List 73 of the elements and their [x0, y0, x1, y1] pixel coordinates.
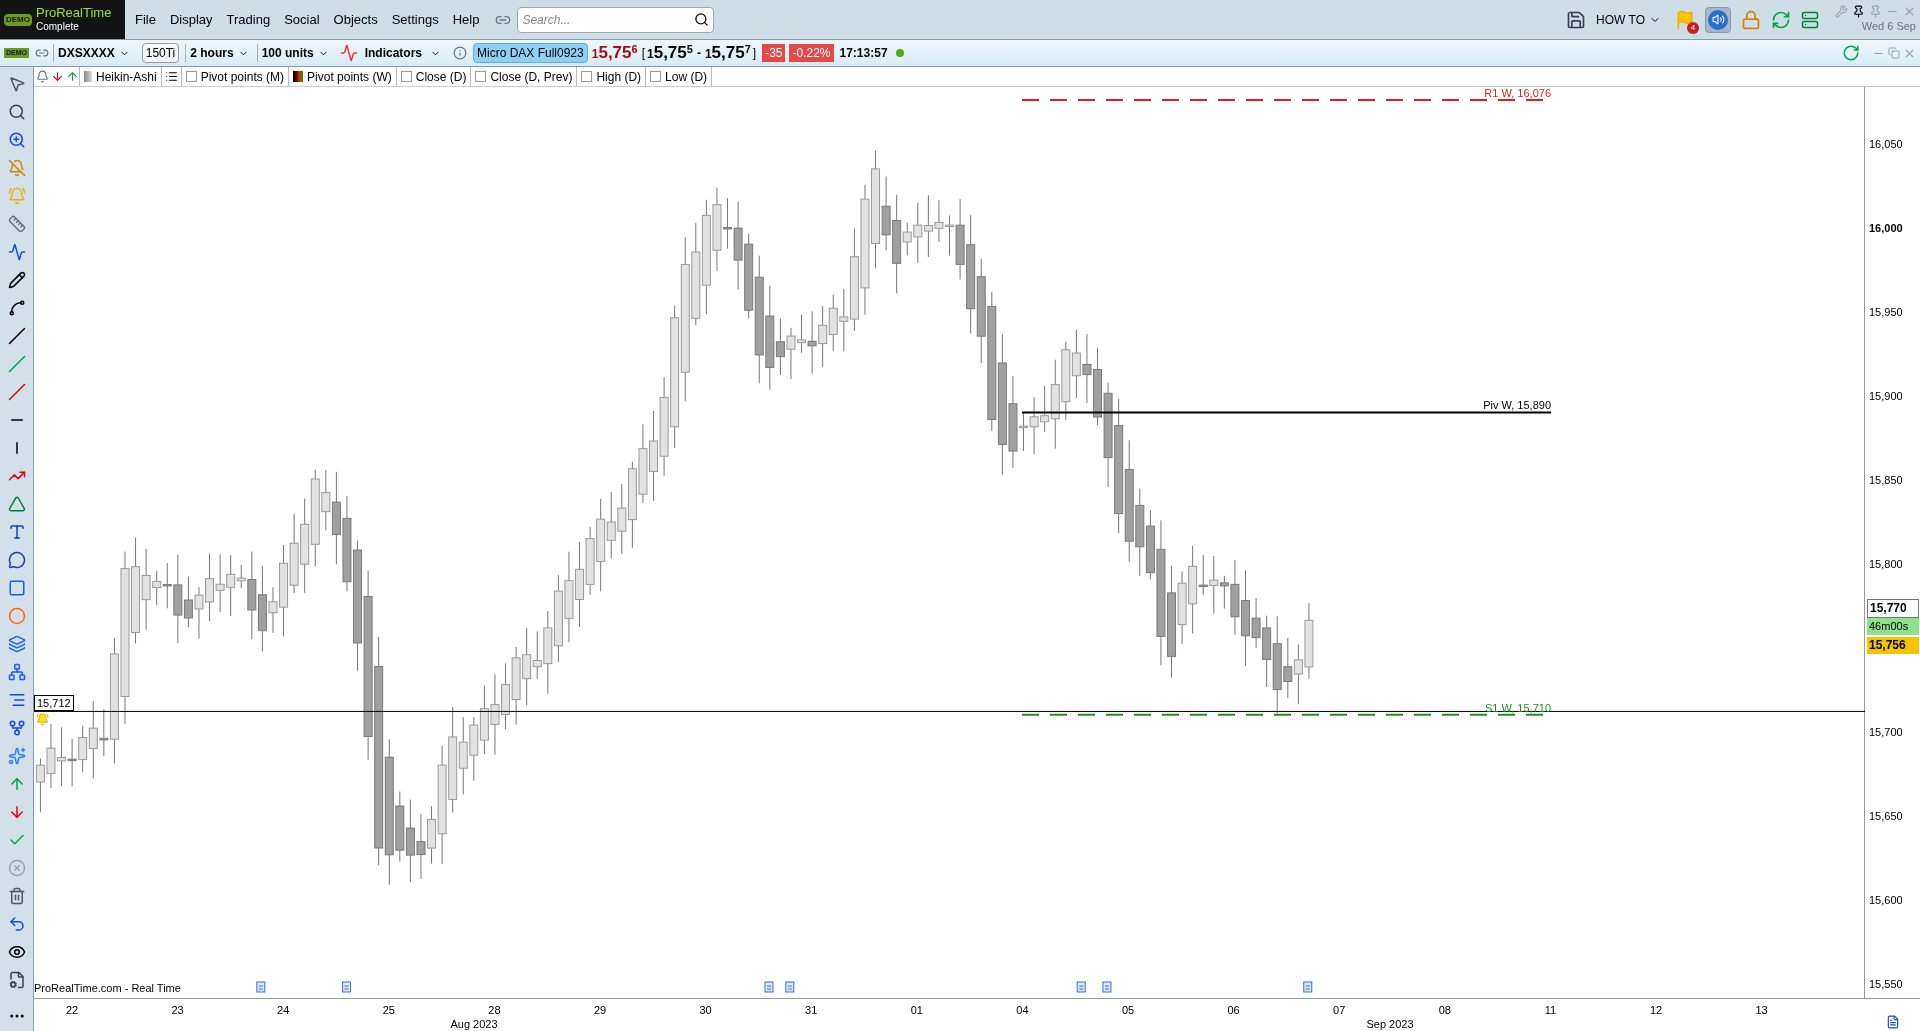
price-tick-label: 15,700: [1869, 724, 1903, 740]
menu-item[interactable]: Objects: [333, 9, 378, 30]
price-tick-label: 16,000: [1869, 220, 1903, 236]
date-tick-label: 30: [699, 1003, 712, 1018]
price-badge: 15,756: [1867, 637, 1919, 654]
menu-item[interactable]: Settings: [391, 9, 439, 30]
app-name: ProRealTime: [36, 5, 112, 22]
date-tick-label: 12: [1649, 1003, 1663, 1018]
month-label: Sep 2023: [1366, 1017, 1414, 1031]
date-tick-label: 22: [65, 1003, 79, 1018]
date-label: Wed 6 Sep: [1861, 18, 1916, 34]
bracket: [: [641, 45, 645, 62]
bracket: ]: [752, 45, 757, 62]
pivot-level-label: S1 W, 15,710: [1484, 701, 1551, 714]
clock-time: 17:13:57: [839, 45, 888, 62]
date-tick-label: 24: [277, 1003, 290, 1018]
indicator-checkbox[interactable]: Close (D): [395, 67, 471, 86]
date-tick-label: 06: [1227, 1003, 1240, 1018]
menu-item[interactable]: Trading: [226, 9, 271, 30]
date-tick-label: 29: [593, 1003, 607, 1018]
price-value: 15,75$^{6}$: [591, 47, 638, 62]
price-tick-label: 15,800: [1869, 556, 1903, 572]
howto-button[interactable]: HOW TO: [1596, 10, 1661, 29]
price-value: 15,75$^{5}$: [647, 47, 693, 62]
date-tick-label: 11: [1544, 1003, 1557, 1018]
price-tick-label: 15,600: [1869, 892, 1903, 908]
price-tick-label: 15,950: [1869, 304, 1903, 320]
price-badge: 15,770: [1867, 599, 1919, 618]
menu-item[interactable]: Social: [284, 9, 320, 30]
indicator-checkbox[interactable]: High (D): [576, 67, 646, 86]
indicators-button[interactable]: Indicators: [360, 44, 426, 62]
price-tick-label: 15,900: [1869, 388, 1903, 404]
date-tick-label: 28: [488, 1003, 501, 1018]
ticker-dropdown[interactable]: DXSXXXX: [53, 44, 134, 62]
change-badge: -35: [762, 44, 786, 62]
price-value: 15,75$^{7}$: [704, 41, 751, 65]
date-tick-label: 08: [1438, 1003, 1451, 1018]
date-tick-label: 04: [1016, 1003, 1029, 1018]
pivot-level-label: Piv W, 15,890: [1483, 399, 1551, 412]
search-field[interactable]: Search...: [517, 6, 715, 33]
units-dropdown[interactable]: 100 units: [256, 44, 333, 62]
menu-item[interactable]: File: [135, 9, 156, 30]
pivot-level-label: R1 W, 16,076: [1484, 87, 1551, 99]
date-tick-label: 13: [1755, 1003, 1768, 1018]
date-tick-label: 25: [382, 1003, 395, 1018]
data-source-label: ProRealTime.com - Real Time: [34, 980, 181, 996]
date-tick-label: 01: [910, 1003, 923, 1018]
date-tick-label: 23: [171, 1003, 184, 1018]
app-edition: Complete: [36, 21, 80, 34]
indicator-checkbox[interactable]: Low (D): [645, 67, 712, 86]
indicator-label[interactable]: Pivot points (W): [307, 67, 392, 86]
alert-price-label: 15,712: [34, 695, 74, 712]
menu-item[interactable]: Help: [452, 9, 480, 30]
price-tick-label: 15,550: [1869, 976, 1903, 992]
price-tick-label: 16,050: [1869, 136, 1903, 152]
ticks-button[interactable]: 150Ti: [141, 43, 180, 63]
period-dropdown[interactable]: 2 hours: [185, 44, 253, 62]
indicator-checkbox[interactable]: Pivot points (M): [180, 67, 289, 86]
indicator-label[interactable]: Heikin-Ashi: [96, 67, 157, 86]
date-tick-label: 07: [1333, 1003, 1346, 1018]
month-label: Aug 2023: [450, 1017, 498, 1031]
menu-item[interactable]: Display: [169, 9, 213, 30]
dash: -: [696, 45, 701, 62]
change-percent-badge: -0.22%: [789, 44, 834, 62]
date-tick-label: 05: [1121, 1003, 1135, 1018]
price-tick-label: 15,850: [1869, 472, 1903, 488]
demo-badge: DEMO: [4, 13, 32, 26]
search-input[interactable]: Search...: [522, 10, 695, 29]
instrument-name[interactable]: Micro DAX Full0923: [473, 43, 588, 63]
date-tick-label: 31: [805, 1003, 818, 1018]
price-badge: 46m00s: [1867, 618, 1919, 635]
price-tick-label: 15,650: [1869, 808, 1903, 824]
indicator-checkbox[interactable]: Close (D, Prev): [470, 67, 577, 86]
